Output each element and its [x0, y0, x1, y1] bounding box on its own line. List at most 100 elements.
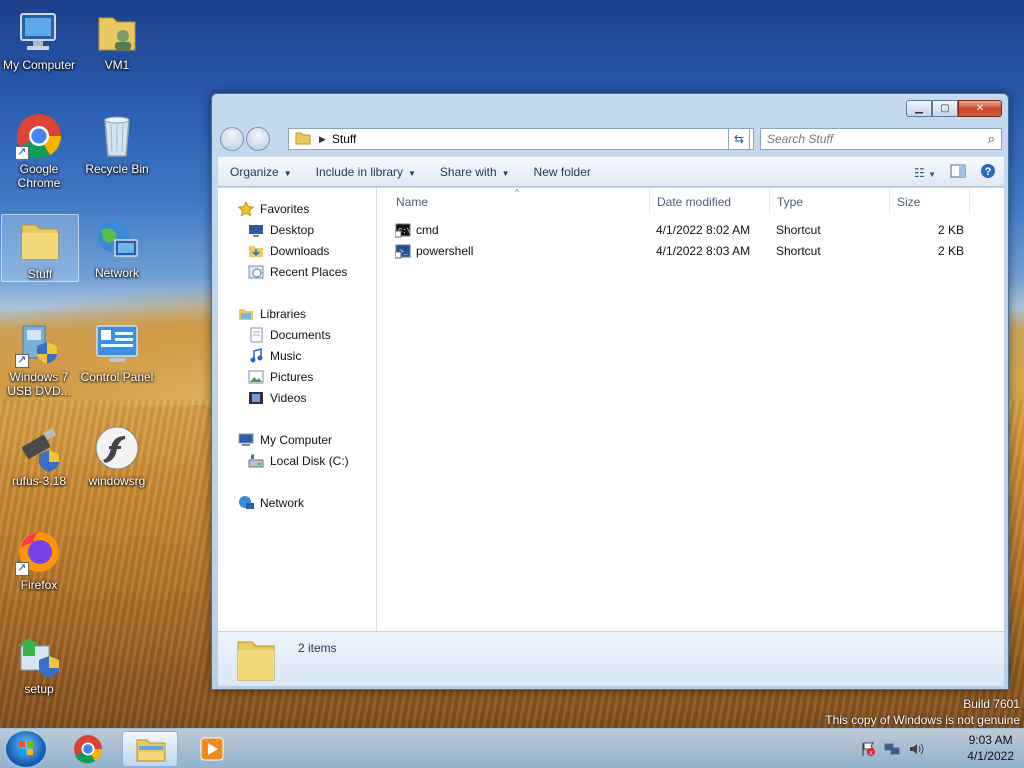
include-in-library-button[interactable]: Include in library ▼: [304, 165, 428, 179]
nav-recent-places[interactable]: Recent Places: [248, 264, 347, 280]
network-icon: [238, 495, 254, 511]
desktop-icon-network[interactable]: Network: [78, 216, 156, 280]
desktop-icon-label: My Computer: [2, 58, 76, 72]
view-options-icon[interactable]: ☷ ▼: [914, 166, 936, 180]
file-name[interactable]: cmd: [416, 223, 439, 237]
shortcut-arrow-icon: [15, 561, 29, 576]
desktop-icon-label: Stuff: [27, 267, 53, 281]
build-watermark: Build 7601: [963, 697, 1020, 711]
search-input[interactable]: Search Stuff ⌕: [760, 128, 1002, 150]
help-icon[interactable]: ?: [980, 163, 996, 182]
breadcrumb-stuff[interactable]: Stuff: [332, 132, 356, 146]
table-row[interactable]: C:\ cmd 4/1/2022 8:02 AM Shortcut 2 KB: [377, 220, 1004, 241]
shortcut-arrow-icon: [15, 353, 29, 368]
flash-icon: [93, 424, 141, 472]
file-date: 4/1/2022 8:02 AM: [656, 223, 751, 237]
desktop-icon-label: Network: [94, 266, 139, 280]
chrome-icon: [74, 735, 102, 764]
explorer-window[interactable]: ▁ ▢ ✕ ▶ Stuff ▼ ⇆ Search Stuff ⌕ Organiz…: [211, 93, 1009, 690]
file-name[interactable]: powershell: [416, 244, 473, 258]
user-folder-icon: [93, 8, 141, 56]
start-button[interactable]: [6, 731, 46, 767]
desktop-icon-setup[interactable]: setup: [0, 632, 78, 696]
documents-icon: [248, 327, 264, 343]
desktop-icon-usb-dvd-tool[interactable]: Windows 7 USB DVD...: [0, 320, 78, 398]
file-list: Name ^ Date modified Type Size C:\ cmd 4…: [377, 188, 1004, 631]
media-player-icon: [200, 737, 224, 761]
volume-icon[interactable]: [908, 741, 924, 760]
share-with-button[interactable]: Share with ▼: [428, 165, 522, 179]
firefox-icon: [15, 528, 63, 576]
chevron-down-icon: ▼: [501, 169, 510, 178]
nav-favorites[interactable]: Favorites: [237, 200, 309, 217]
column-header-date[interactable]: Date modified: [650, 188, 770, 214]
desktop-icon-label: setup: [24, 682, 54, 696]
nav-my-computer[interactable]: My Computer: [238, 432, 332, 448]
folder-icon: [236, 636, 276, 685]
maximize-button[interactable]: ▢: [932, 100, 958, 117]
details-pane: 2 items: [218, 631, 1004, 686]
item-count: 2 items: [298, 641, 337, 655]
taskbar-explorer[interactable]: [122, 731, 178, 767]
control-panel-icon: [93, 320, 141, 368]
genuine-watermark: This copy of Windows is not genuine: [825, 713, 1020, 727]
close-button[interactable]: ✕: [958, 100, 1002, 117]
taskbar: x 9:03 AM 4/1/2022: [0, 728, 1024, 768]
forward-button[interactable]: [246, 127, 270, 151]
new-folder-button[interactable]: New folder: [522, 165, 603, 179]
file-date: 4/1/2022 8:03 AM: [656, 244, 751, 258]
desktop-icon-firefox[interactable]: Firefox: [0, 528, 78, 592]
taskbar-media-player[interactable]: [184, 731, 240, 767]
network-tray-icon[interactable]: [884, 741, 900, 760]
nav-videos[interactable]: Videos: [248, 390, 306, 406]
breadcrumb-chevron-icon[interactable]: ▶: [319, 134, 326, 145]
back-button[interactable]: [220, 127, 244, 151]
nav-network[interactable]: Network: [238, 495, 304, 511]
desktop-icon-my-computer[interactable]: My Computer: [0, 8, 78, 72]
desktop-icon-chrome[interactable]: Google Chrome: [0, 112, 78, 190]
desktop-icon-label: Windows 7 USB DVD...: [7, 370, 71, 398]
column-header-name[interactable]: Name: [389, 188, 650, 214]
refresh-button[interactable]: ⇆: [728, 128, 750, 150]
star-icon: [237, 200, 255, 217]
desktop-icon-windowsrg[interactable]: windowsrg: [78, 424, 156, 488]
computer-icon: [238, 432, 254, 448]
nav-downloads[interactable]: Downloads: [248, 243, 329, 259]
desktop-icon-rufus[interactable]: rufus-3.18: [0, 424, 78, 488]
preview-pane-icon[interactable]: [950, 164, 966, 181]
nav-libraries[interactable]: Libraries: [238, 306, 306, 322]
powershell-icon: >_: [394, 243, 411, 262]
column-header-size[interactable]: Size: [890, 188, 970, 214]
file-size: 2 KB: [938, 223, 965, 237]
explorer-icon: [136, 739, 166, 762]
desktop-icon-recycle-bin[interactable]: Recycle Bin: [78, 112, 156, 176]
desktop-icon-stuff[interactable]: Stuff: [1, 214, 79, 282]
table-row[interactable]: >_ powershell 4/1/2022 8:03 AM Shortcut …: [377, 241, 1004, 262]
nav-documents[interactable]: Documents: [248, 327, 331, 343]
column-header-type[interactable]: Type: [770, 188, 890, 214]
desktop-icon-label: windowsrg: [88, 474, 146, 488]
videos-icon: [248, 390, 264, 406]
nav-music[interactable]: Music: [248, 348, 301, 364]
shortcut-arrow-icon: [15, 145, 29, 160]
desktop-icon-vm1[interactable]: VM1: [78, 8, 156, 72]
nav-local-disk[interactable]: Local Disk (C:): [248, 453, 349, 469]
pictures-icon: [248, 369, 264, 385]
nav-pictures[interactable]: Pictures: [248, 369, 313, 385]
nav-desktop[interactable]: Desktop: [248, 222, 314, 238]
music-icon: [248, 348, 264, 364]
organize-button[interactable]: Organize ▼: [218, 165, 304, 179]
taskbar-chrome[interactable]: [60, 731, 116, 767]
clock[interactable]: 9:03 AM 4/1/2022: [967, 732, 1014, 764]
minimize-button[interactable]: ▁: [906, 100, 932, 117]
chrome-icon: [15, 112, 63, 160]
desktop-icon-control-panel[interactable]: Control Panel: [78, 320, 156, 384]
desktop-icon-label: rufus-3.18: [11, 474, 67, 488]
address-bar[interactable]: ▶ Stuff ▼: [288, 128, 754, 150]
sort-indicator-icon: ^: [515, 188, 519, 197]
clock-time: 9:03 AM: [968, 733, 1013, 747]
action-center-flag-icon[interactable]: x: [860, 741, 876, 760]
usb-drive-icon: [15, 424, 63, 472]
recycle-bin-icon: [93, 112, 141, 160]
usb-dvd-tool-icon: [15, 320, 63, 368]
